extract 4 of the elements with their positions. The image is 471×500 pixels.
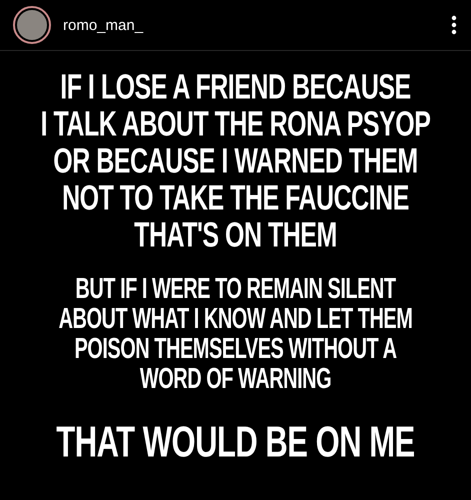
meme-text-line: THAT WOULD BE ON ME [56, 417, 415, 468]
more-options-icon[interactable] [451, 15, 457, 35]
username[interactable]: romo_man_ [63, 16, 451, 34]
avatar[interactable] [13, 6, 51, 44]
